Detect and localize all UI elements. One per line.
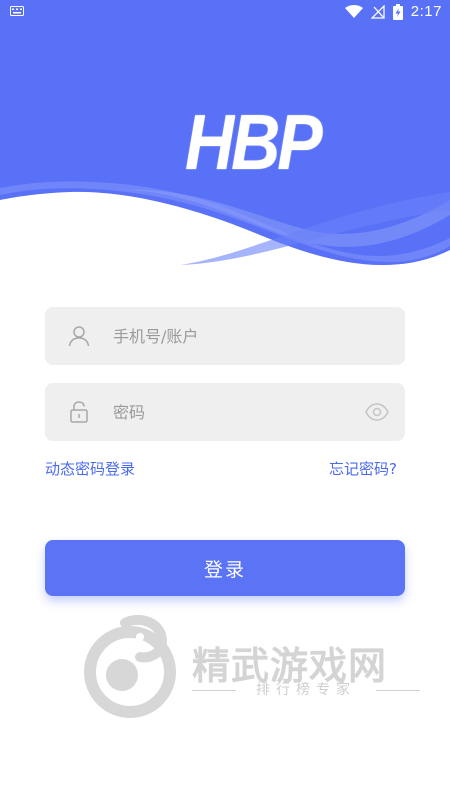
no-signal-icon: [370, 4, 385, 19]
status-bar: 2:17: [0, 0, 450, 24]
watermark-logo-icon: [84, 614, 176, 718]
app-logo: HBP: [185, 98, 323, 187]
wifi-icon: [344, 4, 363, 18]
dynamic-password-login-link[interactable]: 动态密码登录: [45, 458, 135, 479]
login-button[interactable]: 登录: [45, 540, 405, 596]
header-banner: 2:17 HBP: [0, 0, 450, 275]
keyboard-icon: [10, 6, 24, 16]
user-icon: [68, 326, 90, 347]
lock-icon: [70, 401, 88, 423]
battery-charging-icon: [392, 3, 403, 20]
password-input[interactable]: [113, 383, 353, 441]
account-field[interactable]: [45, 307, 405, 365]
watermark: 精武游戏网 排行榜专家: [80, 614, 425, 720]
status-time: 2:17: [410, 3, 442, 20]
forgot-password-link[interactable]: 忘记密码?: [329, 458, 397, 479]
watermark-subtitle: 排行榜专家: [192, 680, 420, 700]
eye-icon[interactable]: [365, 400, 389, 424]
account-input[interactable]: [113, 307, 353, 365]
password-field[interactable]: [45, 383, 405, 441]
